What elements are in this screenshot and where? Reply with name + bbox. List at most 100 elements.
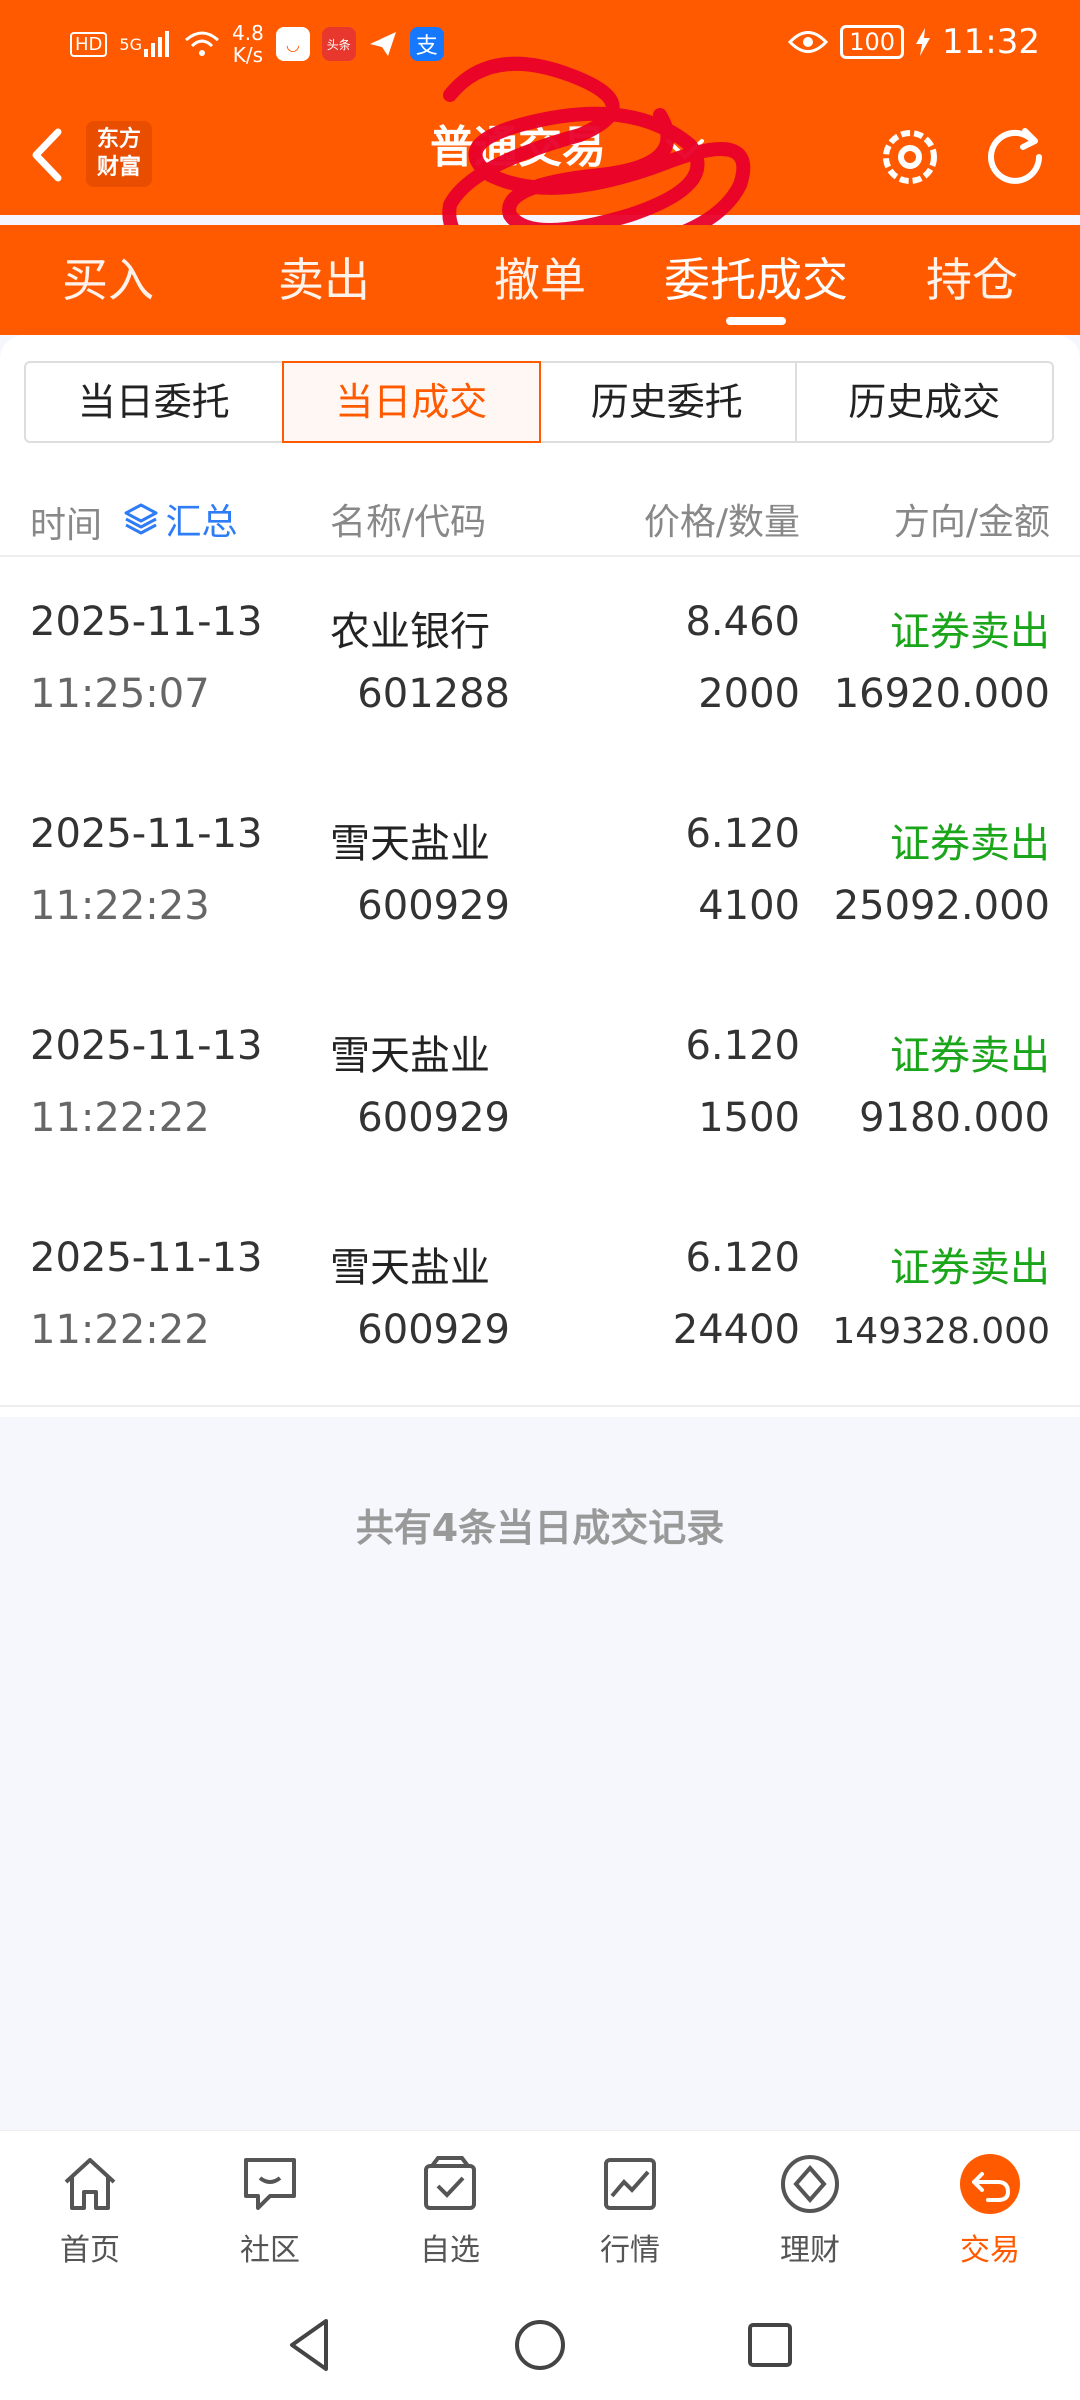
top-nav-bar: 东方 财富 普通交易 — [0, 95, 1080, 215]
header-direction-amount: 方向/金额 — [893, 502, 1050, 543]
stock-name: 农业银行 — [330, 609, 490, 655]
net-type-label: 5G — [119, 34, 142, 54]
nav-trade-label: 交易 — [960, 2233, 1020, 2268]
system-home-icon[interactable] — [508, 2313, 572, 2377]
toutiao-app-icon: 头条 — [321, 27, 356, 61]
trade-price: 6.120 — [685, 811, 800, 857]
stock-code: 600929 — [357, 1095, 510, 1141]
subtab-history-trades[interactable]: 历史成交 — [797, 363, 1053, 441]
nav-community-label: 社区 — [240, 2233, 300, 2268]
diamond-icon — [775, 2149, 845, 2219]
clock: 11:32 — [942, 22, 1040, 62]
net-speed: 4.8 K/s — [232, 22, 264, 66]
charging-icon — [916, 28, 931, 56]
table-row[interactable]: 2025-11-13 11:22:22 雪天盐业 600929 6.120 24… — [0, 1193, 1080, 1407]
trade-price: 6.120 — [685, 1235, 800, 1281]
refresh-icon[interactable] — [975, 117, 1055, 197]
signal-5g-icon: 5G — [119, 31, 172, 57]
battery-indicator: 100 — [840, 25, 905, 59]
header-price-qty: 价格/数量 — [643, 502, 800, 543]
nav-home[interactable]: 首页 — [0, 2131, 180, 2286]
eastmoney-logo: 东方 财富 — [86, 121, 152, 187]
send-app-icon — [368, 29, 398, 59]
net-speed-unit: K/s — [232, 43, 264, 67]
trade-icon — [955, 2149, 1025, 2219]
trade-amount: 149328.000 — [832, 1311, 1050, 1352]
nav-trade[interactable]: 交易 — [900, 2131, 1080, 2286]
trade-date: 2025-11-13 — [30, 811, 263, 857]
summary-toggle[interactable]: 汇总 — [123, 493, 237, 545]
subtab-today-trades[interactable]: 当日成交 — [281, 361, 541, 443]
trade-time: 11:22:22 — [30, 1307, 210, 1353]
trade-quantity: 4100 — [698, 883, 800, 929]
stock-code: 600929 — [357, 883, 510, 929]
table-row[interactable]: 2025-11-13 11:25:07 农业银行 601288 8.460 20… — [0, 557, 1080, 771]
trade-time: 11:25:07 — [30, 671, 210, 717]
sub-tabs: 当日委托 当日成交 历史委托 历史成交 — [24, 361, 1054, 443]
logo-text-line2: 财富 — [96, 155, 141, 180]
layers-icon — [124, 503, 158, 535]
chat-icon — [235, 2149, 305, 2219]
chevron-down-icon[interactable] — [660, 129, 710, 169]
nav-market[interactable]: 行情 — [540, 2131, 720, 2286]
summary-label: 汇总 — [165, 502, 238, 543]
account-type-title[interactable]: 普通交易 — [430, 111, 606, 175]
eye-icon — [788, 29, 829, 55]
trade-date: 2025-11-13 — [30, 1023, 263, 1069]
trade-amount: 16920.000 — [833, 671, 1050, 717]
stock-name: 雪天盐业 — [330, 1033, 490, 1079]
gear-icon[interactable] — [870, 117, 950, 197]
table-row[interactable]: 2025-11-13 11:22:22 雪天盐业 600929 6.120 15… — [0, 981, 1080, 1195]
watchlist-icon — [415, 2149, 485, 2219]
trade-amount: 9180.000 — [859, 1095, 1050, 1141]
system-back-icon[interactable] — [278, 2313, 342, 2377]
subtab-history-orders[interactable]: 历史委托 — [539, 363, 797, 441]
shopping-app-icon: ◡ — [275, 27, 310, 61]
tab-buy[interactable]: 买入 — [0, 225, 216, 335]
header-time-col: 时间 汇总 — [30, 493, 237, 548]
tab-positions[interactable]: 持仓 — [864, 225, 1080, 335]
hd-badge: HD — [70, 31, 108, 57]
trade-quantity: 24400 — [672, 1307, 800, 1353]
net-speed-value: 4.8 — [231, 21, 264, 45]
trade-price: 8.460 — [685, 599, 800, 645]
bottom-nav: 首页 社区 自选 行情 理财 交易 — [0, 2130, 1080, 2286]
status-right: 100 11:32 — [788, 22, 1040, 62]
status-left: HD 5G 4.8 K/s ◡ 头条 支 — [70, 22, 444, 66]
nav-market-label: 行情 — [600, 2233, 660, 2268]
trade-price: 6.120 — [685, 1023, 800, 1069]
table-header: 时间 汇总 名称/代码 价格/数量 方向/金额 — [0, 475, 1080, 557]
nav-wealth[interactable]: 理财 — [720, 2131, 900, 2286]
tab-orders-trades[interactable]: 委托成交 — [648, 225, 864, 335]
trade-direction: 证券卖出 — [890, 1245, 1050, 1291]
trade-quantity: 2000 — [698, 671, 800, 717]
nav-community[interactable]: 社区 — [180, 2131, 360, 2286]
nav-home-label: 首页 — [60, 2233, 120, 2268]
nav-watchlist[interactable]: 自选 — [360, 2131, 540, 2286]
table-row[interactable]: 2025-11-13 11:22:23 雪天盐业 600929 6.120 41… — [0, 769, 1080, 983]
back-button[interactable] — [20, 120, 80, 190]
tab-sell[interactable]: 卖出 — [216, 225, 432, 335]
trade-date: 2025-11-13 — [30, 599, 263, 645]
trade-time: 11:22:22 — [30, 1095, 210, 1141]
wifi-icon — [184, 30, 220, 58]
system-recents-icon[interactable] — [738, 2313, 802, 2377]
tab-cancel-order[interactable]: 撤单 — [432, 225, 648, 335]
trade-direction: 证券卖出 — [890, 1033, 1050, 1079]
main-tabs: 买入 卖出 撤单 委托成交 持仓 — [0, 225, 1080, 335]
trade-amount: 25092.000 — [833, 883, 1050, 929]
chart-icon — [595, 2149, 665, 2219]
home-icon — [55, 2149, 125, 2219]
subtab-today-orders[interactable]: 当日委托 — [26, 363, 284, 441]
nav-watchlist-label: 自选 — [420, 2233, 480, 2268]
trade-time: 11:22:23 — [30, 883, 210, 929]
trade-direction: 证券卖出 — [890, 821, 1050, 867]
stock-name: 雪天盐业 — [330, 1245, 490, 1291]
back-arrow-icon — [32, 128, 62, 182]
system-nav-bar — [0, 2285, 1080, 2400]
record-count: 共有4条当日成交记录 — [355, 1506, 725, 1550]
stock-code: 600929 — [357, 1307, 510, 1353]
trade-quantity: 1500 — [698, 1095, 800, 1141]
alipay-app-icon: 支 — [409, 27, 444, 61]
stock-code: 601288 — [357, 671, 510, 717]
